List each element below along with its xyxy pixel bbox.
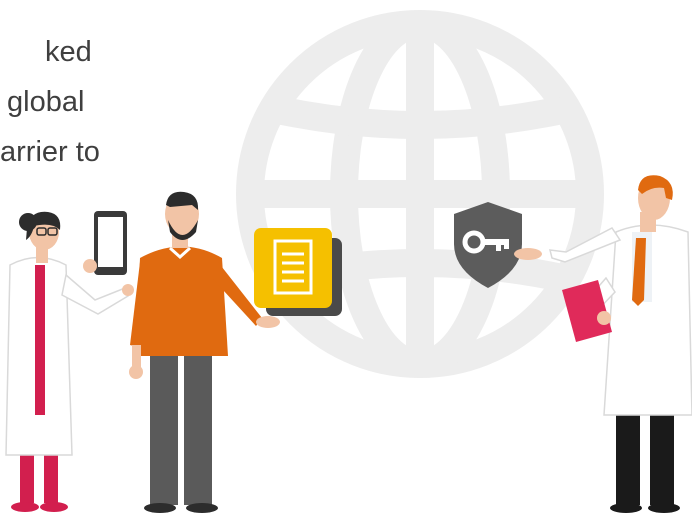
tablet-icon bbox=[83, 211, 127, 275]
male-doctor bbox=[514, 175, 692, 513]
document-icon bbox=[254, 228, 342, 316]
illustration-scene bbox=[5, 10, 692, 513]
